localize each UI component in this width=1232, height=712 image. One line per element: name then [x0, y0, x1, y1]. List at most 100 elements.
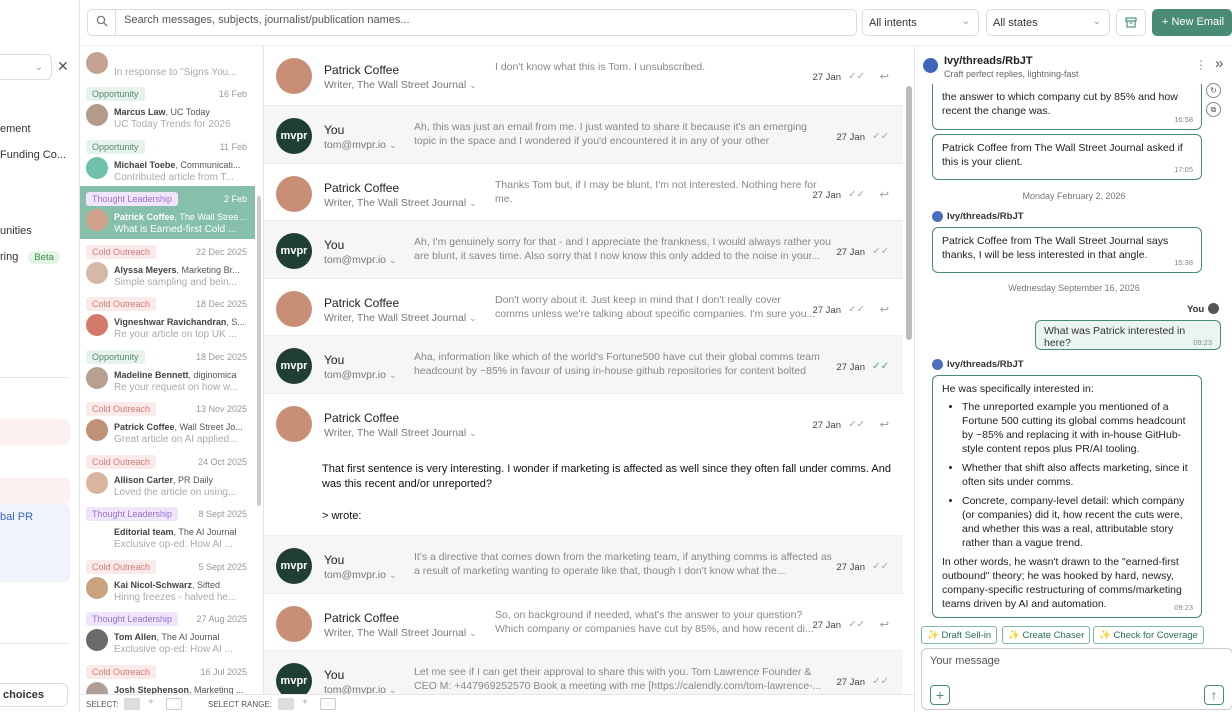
scrollbar[interactable]	[906, 86, 912, 340]
sparkle-icon: ✨	[1008, 630, 1023, 641]
thread-sender: Allison Carter, PR Daily	[114, 475, 250, 485]
message-row[interactable]: Patrick Coffee Writer, The Wall Street Jo…	[264, 46, 903, 106]
message-composer[interactable]: + ↑	[921, 648, 1232, 710]
chevron-down-icon[interactable]: ⌄	[469, 313, 477, 323]
avatar	[86, 51, 108, 74]
sender-org: , The Wall Street ...	[174, 212, 250, 222]
message-text: Patrick Coffee from The Wall Street Jour…	[942, 235, 1169, 261]
select-pointer-button[interactable]	[166, 698, 182, 710]
sidebar-item-monitoring[interactable]: ring Beta	[0, 251, 60, 264]
avatar	[86, 576, 108, 599]
thread-item[interactable]: Thought Leadership 2 Feb Patrick Coffee, T…	[80, 186, 255, 239]
check-coverage-button[interactable]: ✨ Check for Coverage	[1093, 626, 1204, 644]
thread-item[interactable]: Opportunity 18 Dec 2025 Madeline Bennett, …	[80, 344, 255, 397]
message-preview: It's a directive that comes down from th…	[414, 551, 832, 577]
sidebar-item-global-pr[interactable]: bal PR	[0, 511, 33, 523]
select-none-button[interactable]	[124, 698, 140, 710]
chevron-down-icon[interactable]: ⌄	[389, 255, 397, 265]
message-input[interactable]	[930, 655, 1190, 675]
message-row[interactable]: mvpr You tom@mvpr.io ⌄ Let me see if I can …	[264, 651, 903, 694]
thread-item[interactable]: Opportunity 16 Feb Marcus Law, UC Today UC …	[80, 81, 255, 134]
reply-icon[interactable]: ↩	[880, 188, 889, 201]
chevron-down-icon[interactable]: ⌄	[469, 80, 477, 90]
avatar	[86, 104, 108, 126]
thread-item[interactable]: In response to "Signs You...	[80, 46, 255, 81]
plus-icon[interactable]: +	[148, 697, 154, 708]
sidebar-item-funding[interactable]: Funding Co...	[0, 149, 66, 161]
chevron-down-icon[interactable]: ⌄	[469, 198, 477, 208]
sender-detail: Writer, The Wall Street Journal ⌄	[324, 197, 477, 209]
search-box[interactable]	[87, 9, 857, 36]
create-chaser-button[interactable]: ✨ Create Chaser	[1002, 626, 1091, 644]
archive-button[interactable]	[1116, 9, 1146, 36]
close-icon[interactable]: ✕	[57, 58, 69, 75]
sender-detail-text: Writer, The Wall Street Journal	[324, 627, 467, 639]
message-row[interactable]: Patrick Coffee Writer, The Wall Street Jo…	[264, 594, 903, 651]
reply-icon[interactable]: ↩	[880, 303, 889, 316]
thread-item[interactable]: Thought Leadership 27 Aug 2025 Tom Allen, …	[80, 606, 255, 659]
avatar	[86, 261, 108, 284]
chevron-down-icon[interactable]: ⌄	[389, 685, 397, 694]
ivy-logo-icon	[932, 211, 943, 222]
collapse-panel-icon[interactable]: »	[1215, 55, 1223, 72]
thread-item[interactable]: Cold Outreach 24 Oct 2025 Allison Carter, …	[80, 449, 255, 502]
chevron-down-icon[interactable]: ⌄	[389, 140, 397, 150]
copy-icon[interactable]: ⧉	[1206, 102, 1221, 117]
thread-item[interactable]: Cold Outreach 13 Nov 2025 Patrick Coffee, …	[80, 396, 255, 449]
thread-item[interactable]: Cold Outreach 5 Sept 2025 Kai Nicol-Schwar…	[80, 554, 255, 607]
quoted-text: > wrote:	[322, 510, 362, 522]
sidebar-item-opportunities[interactable]: unities	[0, 225, 32, 237]
intents-select[interactable]: All intents ⌄	[862, 9, 979, 36]
message-preview: So, on background if needed, what's the …	[495, 609, 814, 635]
message-row[interactable]: mvpr You tom@mvpr.io ⌄ Ah, I'm genuinely so…	[264, 221, 903, 279]
reply-icon[interactable]: ↩	[880, 418, 889, 431]
button-label: Create Chaser	[1022, 630, 1085, 641]
sidebar-filter-select[interactable]: ⌄	[0, 54, 52, 80]
message-row[interactable]: mvpr You tom@mvpr.io ⌄ Ah, this was just an…	[264, 106, 903, 164]
choices-button[interactable]: choices	[0, 683, 68, 707]
sender-name: You	[324, 238, 345, 252]
new-email-button[interactable]: + New Email	[1152, 9, 1232, 36]
plus-icon[interactable]: +	[302, 697, 308, 708]
thread-item[interactable]: Cold Outreach 22 Dec 2025 Alyssa Meyers, M…	[80, 239, 255, 292]
highlighted-item[interactable]	[0, 419, 70, 445]
states-select[interactable]: All states ⌄	[986, 9, 1110, 36]
ivy-message: Patrick Coffee from The Wall Street Jour…	[932, 227, 1202, 273]
range-start-button[interactable]	[278, 698, 294, 710]
message-date: 27 Jan	[836, 247, 865, 258]
thread-item[interactable]: Thought Leadership 8 Sept 2025 Editorial t…	[80, 501, 255, 554]
draft-sell-in-button[interactable]: ✨ Draft Sell-in	[921, 626, 998, 644]
search-icon[interactable]	[88, 10, 116, 35]
divider	[0, 377, 70, 378]
range-pointer-button[interactable]	[320, 698, 336, 710]
sender-detail-text: Writer, The Wall Street Journal	[324, 312, 467, 324]
thread-item[interactable]: Cold Outreach 18 Dec 2025 Vigneshwar Ravic…	[80, 291, 255, 344]
sidebar-item-engagement[interactable]: ement	[0, 123, 31, 135]
thread-date: 11 Feb	[219, 141, 247, 152]
refresh-icon[interactable]: ↻	[1206, 83, 1221, 98]
more-options-icon[interactable]: ⋮	[1195, 58, 1207, 72]
tag-badge: Thought Leadership	[86, 507, 179, 521]
chevron-down-icon[interactable]: ⌄	[389, 570, 397, 580]
reply-icon[interactable]: ↩	[880, 618, 889, 631]
thread-item[interactable]: Opportunity 11 Feb Michael Toebe, Communic…	[80, 134, 255, 187]
thread-item[interactable]: Cold Outreach 16 Jul 2025 Josh Stephenson,…	[80, 659, 255, 694]
read-status-icon: ✓✓	[848, 71, 865, 82]
chevron-down-icon[interactable]: ⌄	[469, 428, 477, 438]
reply-icon[interactable]: ↩	[880, 70, 889, 83]
message-row[interactable]: Patrick Coffee Writer, The Wall Street Jo…	[264, 164, 903, 221]
message-row[interactable]: Patrick Coffee Writer, The Wall Street Jo…	[264, 394, 903, 536]
tag-badge: Cold Outreach	[86, 402, 157, 416]
chevron-down-icon[interactable]: ⌄	[469, 628, 477, 638]
avatar: mvpr	[276, 118, 312, 154]
message-row[interactable]: mvpr You tom@mvpr.io ⌄ It's a directive tha…	[264, 536, 903, 594]
add-attachment-button[interactable]: +	[930, 685, 950, 705]
highlighted-item[interactable]	[0, 478, 70, 504]
message-row[interactable]: mvpr You tom@mvpr.io ⌄ Aha, information lik…	[264, 336, 903, 394]
sender-name: You	[324, 668, 345, 682]
message-row[interactable]: Patrick Coffee Writer, The Wall Street Jo…	[264, 279, 903, 336]
send-button[interactable]: ↑	[1204, 685, 1224, 705]
scrollbar[interactable]	[257, 196, 261, 506]
chevron-down-icon[interactable]: ⌄	[389, 370, 397, 380]
search-input[interactable]	[124, 14, 824, 26]
